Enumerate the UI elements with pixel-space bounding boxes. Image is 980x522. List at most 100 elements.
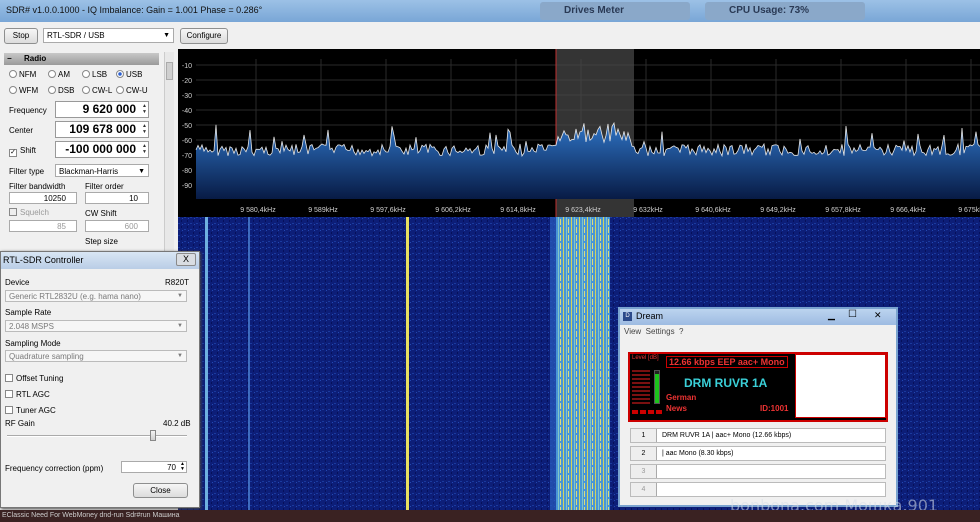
- filter-type-select[interactable]: Blackman-Harris ▼: [55, 164, 149, 177]
- dream-window: D Dream ▁ ☐ ✕ View Settings ? Level [dB]…: [618, 307, 898, 507]
- close-icon[interactable]: X: [176, 253, 196, 266]
- center-value: 109 678 000: [69, 122, 136, 136]
- service-row[interactable]: 1 DRM RUVR 1A | aac+ Mono (12.66 kbps): [630, 428, 886, 443]
- rf-gain-slider[interactable]: [7, 430, 187, 441]
- cw-shift-input[interactable]: 600: [85, 220, 149, 232]
- device-label: Device: [5, 278, 30, 287]
- frequency-correction-input[interactable]: 70 ▲ ▼: [121, 461, 187, 473]
- step-size-label: Step size: [85, 237, 118, 246]
- x-tick-label: 9 632kHz: [633, 207, 663, 214]
- x-tick-label: 9 640,6kHz: [695, 207, 731, 214]
- minimize-icon[interactable]: ▁: [828, 310, 835, 321]
- y-tick-label: -50: [182, 123, 192, 130]
- device-select[interactable]: Generic RTL2832U (e.g. hama nano) ▼: [5, 290, 187, 302]
- spectrum-analyzer[interactable]: -10 -20 -30 -40 -50 -60 -70 -80 -90 9 580,4kHz 9 …: [178, 49, 980, 217]
- service-id: ID:1001: [760, 404, 789, 413]
- maximize-icon[interactable]: ☐: [848, 309, 857, 320]
- tuner-agc-label: Tuner AGC: [16, 406, 56, 415]
- source-select[interactable]: RTL-SDR / USB ▼: [43, 28, 174, 43]
- squelch-input[interactable]: 85: [9, 220, 77, 232]
- mode-radio-wfm[interactable]: WFM: [9, 86, 38, 95]
- x-tick-label: 9 589kHz: [308, 207, 338, 214]
- x-tick-label: 9 580,4kHz: [240, 207, 276, 214]
- station-language: German: [666, 393, 697, 402]
- service-button[interactable]: 1: [631, 429, 657, 442]
- spinner-icon[interactable]: ▲ ▼: [139, 103, 147, 115]
- center-input[interactable]: 109 678 000 ▲ ▼: [55, 121, 149, 138]
- spinner-icon[interactable]: ▲ ▼: [180, 462, 185, 472]
- filter-order-label: Filter order: [85, 182, 124, 191]
- radio-icon: [9, 86, 17, 94]
- stop-button[interactable]: Stop: [4, 28, 38, 44]
- squelch-label: Squelch: [20, 208, 49, 217]
- level-label: Level [dB]: [632, 355, 659, 361]
- mode-radio-cw-u[interactable]: CW-U: [116, 86, 148, 95]
- service-row[interactable]: 2 | aac Mono (8.30 kbps): [630, 446, 886, 461]
- mode-radio-lsb[interactable]: LSB: [82, 70, 107, 79]
- chevron-down-icon: ▼: [138, 168, 145, 175]
- station-name: DRM RUVR 1A: [684, 376, 768, 390]
- shift-checkbox[interactable]: ✓ Shift: [9, 146, 36, 157]
- rtl-agc-checkbox[interactable]: RTL AGC: [5, 390, 50, 399]
- y-tick-label: -90: [182, 183, 192, 190]
- shift-value: -100 000 000: [65, 142, 136, 156]
- mode-radio-nfm[interactable]: NFM: [9, 70, 36, 79]
- mode-radio-dsb[interactable]: DSB: [48, 86, 74, 95]
- frequency-correction-value: 70: [167, 463, 176, 472]
- x-tick-label: 9 649,2kHz: [760, 207, 796, 214]
- cw-shift-label: CW Shift: [85, 209, 117, 218]
- filter-bandwidth-input[interactable]: 10250: [9, 192, 77, 204]
- center-label: Center: [9, 126, 34, 135]
- service-row[interactable]: 3: [630, 464, 886, 479]
- menu-settings[interactable]: Settings: [646, 327, 675, 336]
- sampling-mode-select[interactable]: Quadrature sampling ▼: [5, 350, 187, 362]
- mode-radio-cw-l[interactable]: CW-L: [82, 86, 112, 95]
- frequency-input[interactable]: 9 620 000 ▲ ▼: [55, 101, 149, 118]
- service-row[interactable]: 4: [630, 482, 886, 497]
- shift-input[interactable]: -100 000 000 ▲ ▼: [55, 141, 149, 158]
- filter-bandwidth-label: Filter bandwidth: [9, 182, 66, 191]
- service-button[interactable]: 2: [631, 447, 657, 460]
- tuner-agc-checkbox[interactable]: Tuner AGC: [5, 406, 56, 415]
- configure-button[interactable]: Configure: [180, 28, 228, 44]
- close-button[interactable]: Close: [133, 483, 188, 498]
- x-tick-label: 9 597,6kHz: [370, 207, 406, 214]
- offset-tuning-checkbox[interactable]: Offset Tuning: [5, 374, 63, 383]
- mode-radio-am[interactable]: AM: [48, 70, 70, 79]
- slider-thumb[interactable]: [149, 430, 156, 441]
- close-icon[interactable]: ✕: [874, 310, 882, 321]
- service-button[interactable]: 4: [631, 483, 657, 496]
- service-button[interactable]: 3: [631, 465, 657, 478]
- radio-icon: [48, 86, 56, 94]
- toolbar: Stop RTL-SDR / USB ▼ Configure: [0, 22, 980, 49]
- left-panel-scrollbar[interactable]: [164, 52, 174, 262]
- filter-order-input[interactable]: 10: [85, 192, 149, 204]
- rtl-sdr-controller-dialog: RTL-SDR Controller X Device R820T Generi…: [0, 251, 200, 508]
- sample-rate-select[interactable]: 2.048 MSPS ▼: [5, 320, 187, 332]
- menu-help[interactable]: ?: [679, 327, 683, 336]
- x-tick-label: 9 657,8kHz: [825, 207, 861, 214]
- menu-view[interactable]: View: [624, 327, 641, 336]
- spinner-icon[interactable]: ▲ ▼: [139, 143, 147, 155]
- device-value: Generic RTL2832U (e.g. hama nano): [9, 292, 141, 301]
- squelch-checkbox[interactable]: Squelch: [9, 208, 49, 217]
- dream-title: Dream: [636, 311, 664, 321]
- service-label: DRM RUVR 1A | aac+ Mono (12.66 kbps): [662, 432, 792, 439]
- app-icon: D: [623, 312, 632, 321]
- spinner-icon[interactable]: ▲ ▼: [139, 123, 147, 135]
- frequency-value: 9 620 000: [82, 102, 136, 116]
- chevron-down-icon: ▼: [177, 293, 183, 299]
- y-tick-label: -60: [182, 138, 192, 145]
- mode-label: LSB: [92, 70, 108, 79]
- radio-header[interactable]: − Radio: [4, 53, 159, 65]
- scrollbar-thumb[interactable]: [166, 62, 173, 80]
- mode-radio-usb[interactable]: USB: [116, 70, 142, 79]
- collapse-icon[interactable]: −: [7, 53, 12, 65]
- radio-icon: [82, 70, 90, 78]
- dream-menu-bar: View Settings ?: [620, 327, 683, 336]
- radio-icon: [116, 86, 124, 94]
- sampling-mode-label: Sampling Mode: [5, 339, 61, 348]
- checkbox-icon: [9, 208, 17, 216]
- x-tick-label: 9 666,4kHz: [890, 207, 926, 214]
- filter-type-value: Blackman-Harris: [59, 167, 119, 176]
